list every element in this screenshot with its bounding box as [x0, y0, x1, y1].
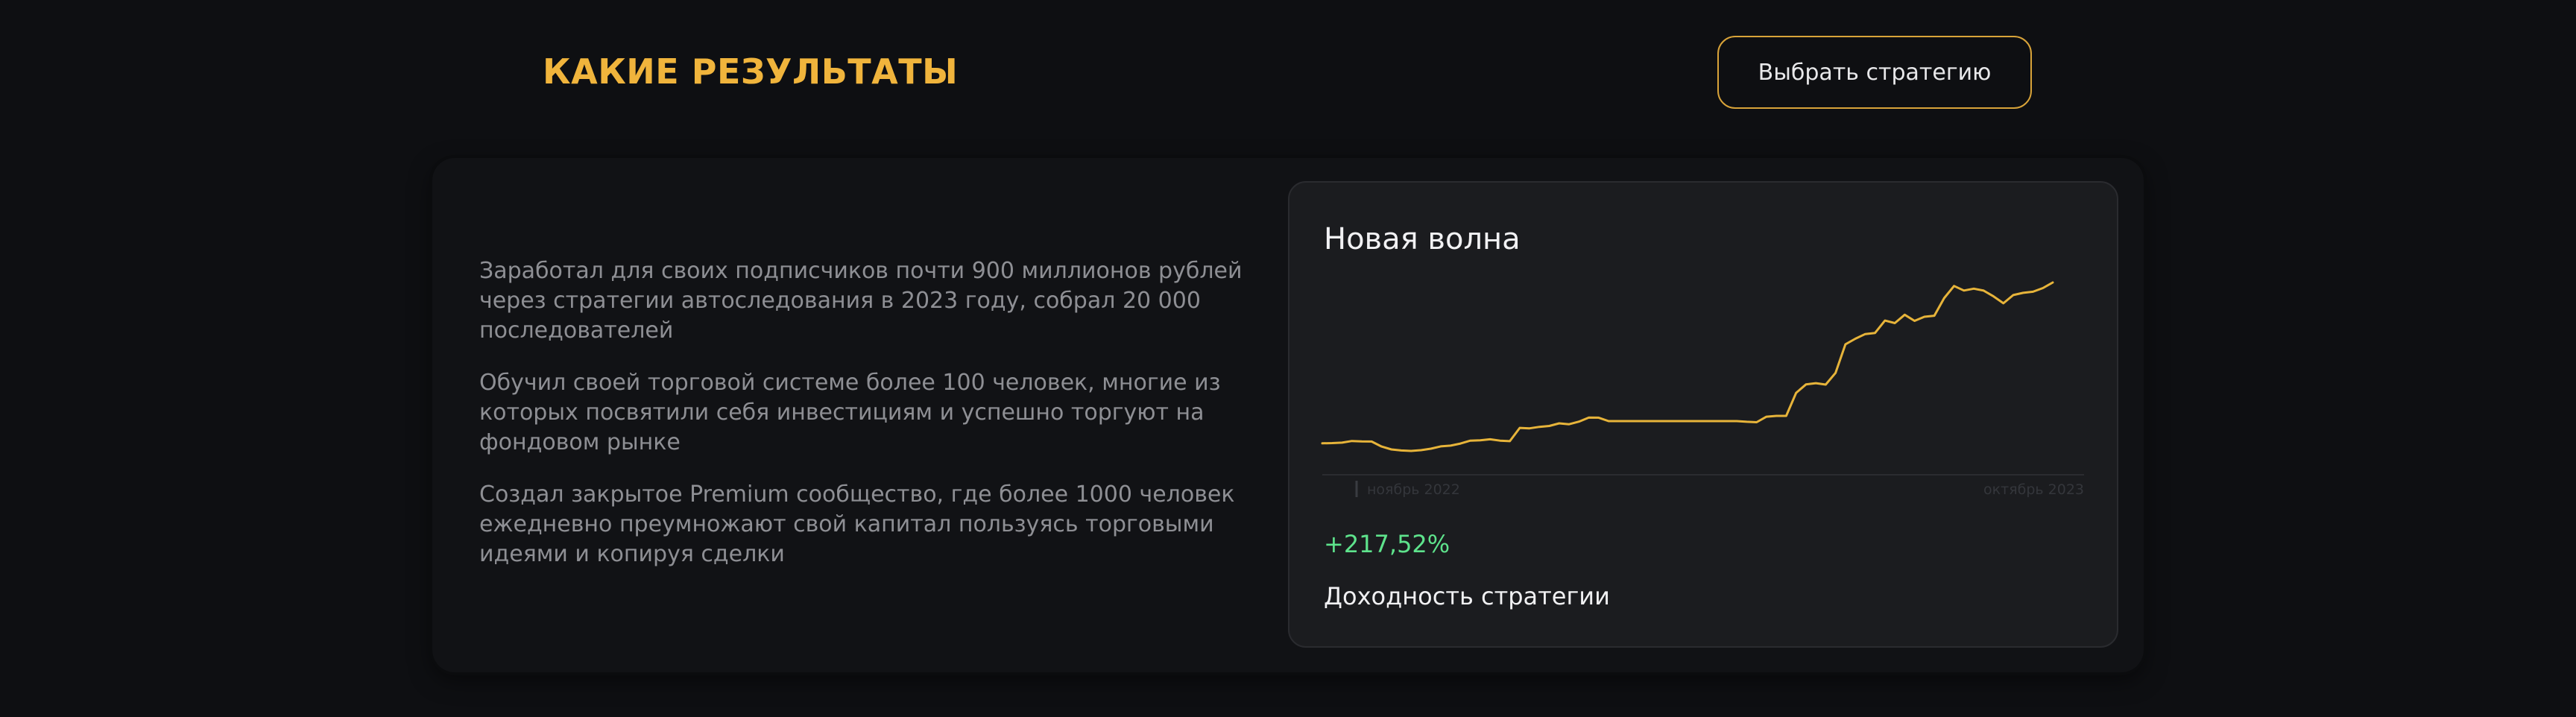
choose-strategy-button[interactable]: Выбрать стратегию	[1717, 36, 2032, 109]
achievement-item: Заработал для своих подписчиков почти 90…	[479, 258, 1243, 344]
axis-start-label: ноябрь 2022	[1367, 481, 1460, 498]
achievement-item: Обучил своей торговой системе более 100 …	[479, 370, 1221, 455]
yield-line	[1321, 281, 2054, 452]
yield-chart: ноябрь 2022 октябрь 2023	[1321, 281, 2084, 498]
axis-end-label: октябрь 2023	[1983, 481, 2084, 498]
achievements-list: Заработал для своих подписчиков почти 90…	[479, 256, 1254, 592]
achievement-item: Создал закрытое Premium сообщество, где …	[479, 481, 1235, 567]
strategy-card[interactable]: Новая волна ноябрь 2022 октябрь 2023 +21…	[1288, 181, 2118, 648]
yield-caption: Доходность стратегии	[1324, 582, 1610, 610]
yield-value: +217,52%	[1324, 530, 1450, 558]
section-title: КАКИЕ РЕЗУЛЬТАТЫ	[543, 51, 959, 92]
